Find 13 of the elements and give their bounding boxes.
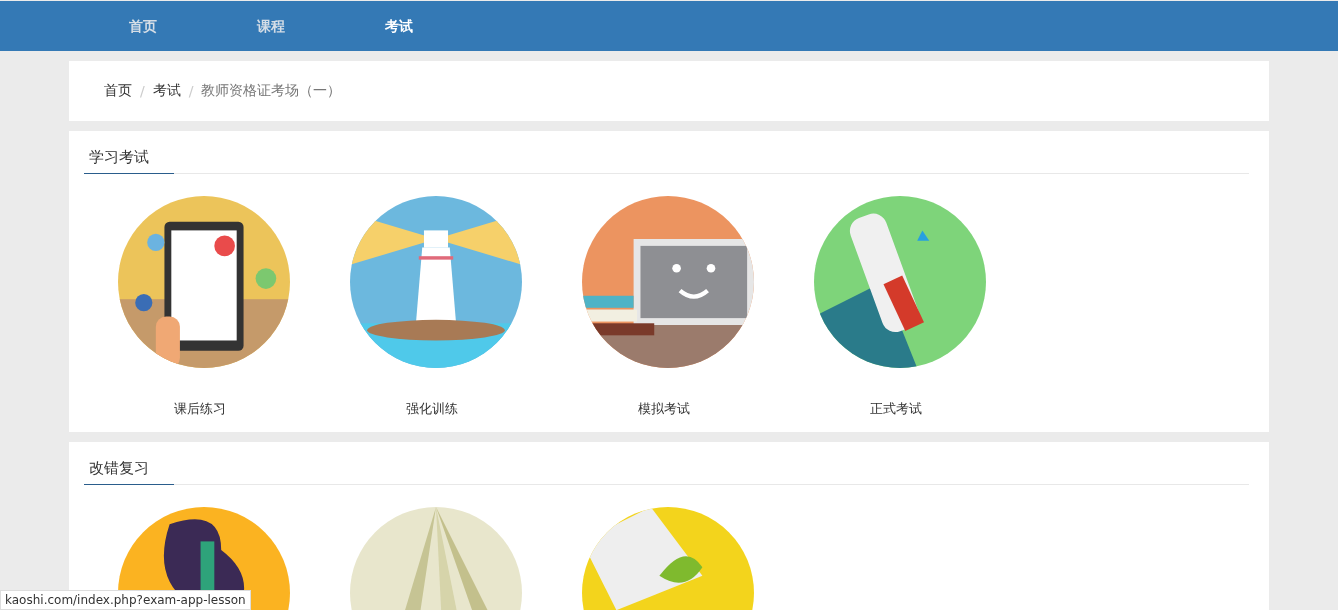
breadcrumb-separator: / <box>140 83 145 99</box>
breadcrumb-separator: / <box>188 83 194 99</box>
section-title: 改错复习 <box>84 454 174 485</box>
card-label[interactable]: 强化训练 <box>406 400 458 418</box>
breadcrumb-link[interactable]: 首页 <box>104 82 132 100</box>
section-title: 学习考试 <box>84 143 174 174</box>
breadcrumb-link[interactable]: 考试 <box>152 82 181 100</box>
card-label[interactable]: 课后练习 <box>174 400 226 418</box>
status-bar-url: kaoshi.com/index.php?exam-app-lesson <box>0 590 251 610</box>
card-label[interactable]: 正式考试 <box>870 400 922 418</box>
nav-link[interactable]: 考试 <box>335 1 463 51</box>
card-label[interactable]: 模拟考试 <box>638 400 690 418</box>
breadcrumb-current: 教师资格证考场（一） <box>201 82 342 100</box>
